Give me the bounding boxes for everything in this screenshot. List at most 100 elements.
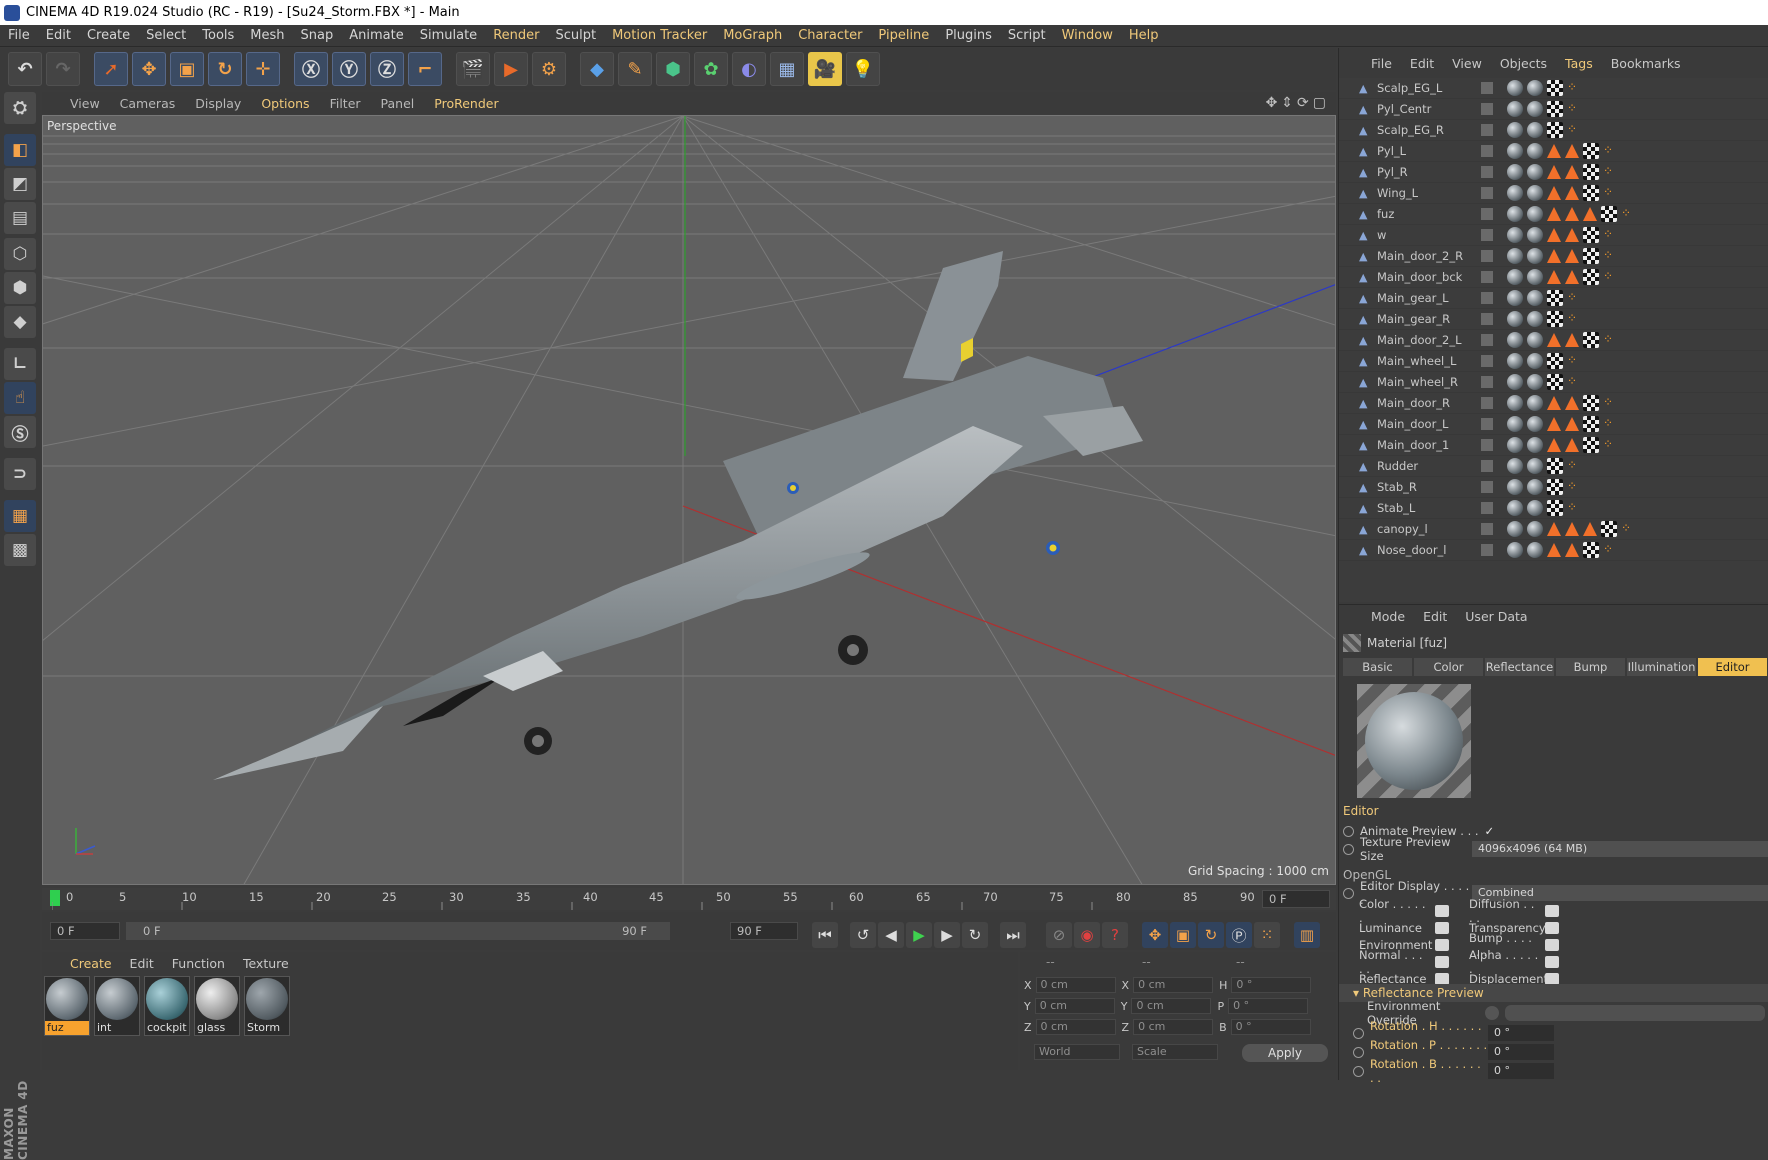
viewport-nav-icons[interactable]: ✥⇕⟳▢ — [1266, 95, 1330, 111]
phong-tag-icon[interactable] — [1507, 185, 1523, 201]
current-frame-field[interactable]: 0 F — [1262, 890, 1330, 908]
tab-reflectance[interactable]: Reflectance — [1485, 658, 1554, 676]
editor-render-toggle[interactable] — [1481, 460, 1493, 472]
environment-override-field[interactable] — [1505, 1005, 1765, 1021]
uvw-tag-icon[interactable] — [1547, 101, 1563, 117]
make-editable-icon[interactable]: ⛭ — [4, 92, 36, 124]
uvw-tag-icon[interactable] — [1583, 437, 1599, 453]
texture-tag-icon[interactable] — [1565, 144, 1579, 158]
editor-render-toggle[interactable] — [1481, 124, 1493, 136]
phong-tag-icon[interactable] — [1507, 122, 1523, 138]
viewport-menu-cameras[interactable]: Cameras — [120, 96, 176, 111]
timeline-window-icon[interactable]: ▥ — [1294, 922, 1320, 948]
editor-render-toggle[interactable] — [1481, 355, 1493, 367]
menu-sculpt[interactable]: Sculpt — [555, 28, 596, 43]
object-row[interactable]: ▲ Wing_L ⁘ — [1339, 183, 1768, 204]
tab-color[interactable]: Color — [1414, 658, 1483, 676]
phong-tag-icon[interactable] — [1507, 332, 1523, 348]
rotation-radio[interactable] — [1353, 1046, 1364, 1058]
object-row[interactable]: ▲ Stab_L ⁘ — [1339, 498, 1768, 519]
material-tag-icon[interactable] — [1527, 500, 1543, 516]
next-frame-icon[interactable]: ▶ — [934, 922, 960, 948]
uvw-tag-icon[interactable] — [1583, 542, 1599, 558]
selection-tag-icon[interactable]: ⁘ — [1603, 437, 1617, 453]
rotation-value-field[interactable]: 0 ° — [1488, 1063, 1554, 1079]
uvw-tag-icon[interactable] — [1547, 290, 1563, 306]
phong-tag-icon[interactable] — [1507, 269, 1523, 285]
object-row[interactable]: ▲ Main_door_bck ⁘ — [1339, 267, 1768, 288]
material-preview[interactable] — [1357, 684, 1471, 798]
redo-icon[interactable]: ↷ — [46, 52, 80, 86]
selection-tag-icon[interactable]: ⁘ — [1567, 500, 1581, 516]
material-tag-icon[interactable] — [1527, 269, 1543, 285]
object-row[interactable]: ▲ Main_door_1 ⁘ — [1339, 435, 1768, 456]
animate-preview-radio[interactable] — [1343, 825, 1354, 837]
editor-render-toggle[interactable] — [1481, 292, 1493, 304]
menu-simulate[interactable]: Simulate — [420, 28, 477, 43]
uvw-tag-icon[interactable] — [1583, 164, 1599, 180]
key-parameter-icon[interactable]: Ⓟ — [1226, 922, 1252, 948]
render-settings-icon[interactable]: ⚙ — [532, 52, 566, 86]
phong-tag-icon[interactable] — [1507, 248, 1523, 264]
editor-render-toggle[interactable] — [1481, 208, 1493, 220]
texture-tag-icon[interactable] — [1565, 417, 1579, 431]
texture-preview-radio[interactable] — [1343, 843, 1354, 855]
menu-file[interactable]: File — [8, 28, 30, 43]
rotate-tool-icon[interactable]: ↻ — [208, 52, 242, 86]
texture-tag-icon[interactable] — [1547, 333, 1561, 347]
uvw-tag-icon[interactable] — [1583, 395, 1599, 411]
texture-tag-icon[interactable] — [1565, 249, 1579, 263]
key-rotation-icon[interactable]: ↻ — [1198, 922, 1224, 948]
objects-menu-edit[interactable]: Edit — [1410, 56, 1434, 71]
selection-tag-icon[interactable]: ⁘ — [1603, 269, 1617, 285]
uvw-tag-icon[interactable] — [1547, 122, 1563, 138]
snapping-icon[interactable]: Ⓢ — [4, 416, 36, 448]
timeline-ruler[interactable]: 0 5 10 15 20 25 30 35 40 45 50 55 60 65 … — [42, 888, 1336, 910]
editor-render-toggle[interactable] — [1481, 82, 1493, 94]
magnet-icon[interactable]: ⊃ — [4, 458, 36, 490]
scale-tool-icon[interactable]: ▣ — [170, 52, 204, 86]
texture-mode-icon[interactable]: ◩ — [4, 168, 36, 200]
phong-tag-icon[interactable] — [1507, 80, 1523, 96]
material-swatch-glass[interactable]: glass — [194, 976, 240, 1036]
material-swatch-int[interactable]: int — [94, 976, 140, 1036]
material-tag-icon[interactable] — [1527, 311, 1543, 327]
texture-tag-icon[interactable] — [1547, 438, 1561, 452]
start-frame-field[interactable]: 0 F — [50, 922, 120, 940]
material-tag-icon[interactable] — [1527, 374, 1543, 390]
select-arrow-icon[interactable]: ➚ — [94, 52, 128, 86]
object-row[interactable]: ▲ Main_door_2_R ⁘ — [1339, 246, 1768, 267]
uvw-tag-icon[interactable] — [1583, 332, 1599, 348]
phong-tag-icon[interactable] — [1507, 143, 1523, 159]
editor-render-toggle[interactable] — [1481, 313, 1493, 325]
move-tool-icon[interactable]: ✥ — [132, 52, 166, 86]
texture-tag-icon[interactable] — [1565, 165, 1579, 179]
editor-render-toggle[interactable] — [1481, 502, 1493, 514]
menu-edit[interactable]: Edit — [46, 28, 71, 43]
phong-tag-icon[interactable] — [1507, 416, 1523, 432]
selection-tag-icon[interactable]: ⁘ — [1567, 374, 1581, 390]
axis-mode-icon[interactable]: ∟ — [4, 348, 36, 380]
selection-tag-icon[interactable]: ⁘ — [1567, 122, 1581, 138]
next-key-icon[interactable]: ↻ — [962, 922, 988, 948]
texture-tag-icon[interactable] — [1565, 186, 1579, 200]
object-list[interactable]: ▲ Scalp_EG_L ⁘ ▲ Pyl_Centr ⁘ ▲ Scalp_EG_R ⁘ ▲ Pyl_… — [1339, 78, 1768, 602]
uvw-tag-icon[interactable] — [1583, 416, 1599, 432]
texture-tag-icon[interactable] — [1565, 270, 1579, 284]
channel-toggle-icon[interactable] — [1435, 956, 1449, 968]
selection-tag-icon[interactable]: ⁘ — [1603, 542, 1617, 558]
object-row[interactable]: ▲ Main_gear_R ⁘ — [1339, 309, 1768, 330]
uvw-tag-icon[interactable] — [1547, 500, 1563, 516]
selection-tag-icon[interactable]: ⁘ — [1567, 80, 1581, 96]
viewport-menu-prorender[interactable]: ProRender — [434, 96, 498, 111]
selection-tag-icon[interactable]: ⁘ — [1567, 290, 1581, 306]
object-row[interactable]: ▲ w ⁘ — [1339, 225, 1768, 246]
material-menu-function[interactable]: Function — [172, 956, 225, 971]
phong-tag-icon[interactable] — [1507, 101, 1523, 117]
subdivision-generator-icon[interactable]: ⬢ — [656, 52, 690, 86]
viewport-menu-filter[interactable]: Filter — [330, 96, 361, 111]
floor-scene-icon[interactable]: ▦ — [770, 52, 804, 86]
selection-tag-icon[interactable]: ⁘ — [1567, 311, 1581, 327]
uvw-tag-icon[interactable] — [1547, 80, 1563, 96]
editor-render-toggle[interactable] — [1481, 481, 1493, 493]
